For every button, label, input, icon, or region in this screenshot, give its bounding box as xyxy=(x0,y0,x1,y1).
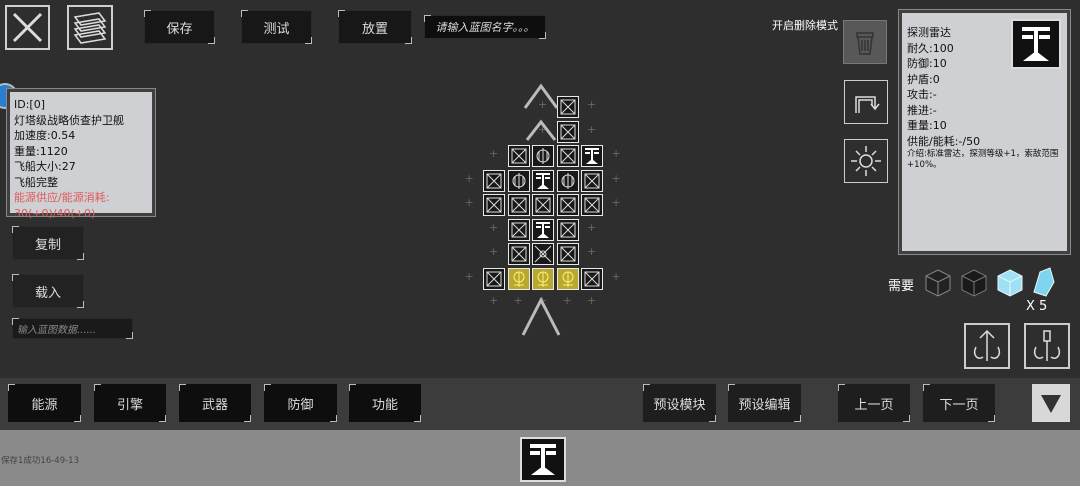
prev-page-button[interactable]: 上一页 xyxy=(838,384,910,422)
next-page-button[interactable]: 下一页 xyxy=(923,384,995,422)
layers-icon[interactable] xyxy=(67,5,113,50)
armor-block[interactable] xyxy=(483,169,505,192)
empty-slot[interactable] xyxy=(606,145,628,167)
energy-line: 30(+0)/40(+0) xyxy=(14,206,96,220)
empty-slot[interactable] xyxy=(483,145,505,167)
preset-edit-button[interactable]: 预设编辑 xyxy=(728,384,801,422)
empty-slot[interactable] xyxy=(581,243,603,265)
empty-slot[interactable] xyxy=(606,194,628,216)
recycle-icon[interactable] xyxy=(1024,323,1070,369)
empty-slot[interactable] xyxy=(459,170,481,192)
tab-energy[interactable]: 能源 xyxy=(8,384,81,422)
empty-slot[interactable] xyxy=(581,121,603,143)
armor-block[interactable] xyxy=(581,169,603,192)
undo-icon[interactable] xyxy=(844,80,888,124)
trash-icon[interactable] xyxy=(843,20,887,64)
module-weight: 重量:10 xyxy=(907,119,947,132)
empty-slot[interactable] xyxy=(606,268,628,290)
ice-cube-icon xyxy=(997,269,1023,297)
empty-slot[interactable] xyxy=(459,268,481,290)
copy-button[interactable]: 复制 xyxy=(12,226,84,260)
module-supply: 供能/能耗:-/50 xyxy=(907,134,981,148)
target-icon[interactable] xyxy=(844,139,888,183)
delete-mode-label: 开启删除模式 xyxy=(772,19,838,32)
radar-module[interactable] xyxy=(581,145,603,167)
requirement-count: X 5 xyxy=(1026,299,1048,314)
empty-slot[interactable] xyxy=(459,194,481,216)
ship-info-line: 重量:1120 xyxy=(14,144,68,158)
ship-info-line: 加速度:0.54 xyxy=(14,129,76,142)
ship-info-line: 飞船大小:27 xyxy=(14,160,76,173)
tab-weapon[interactable]: 武器 xyxy=(179,384,251,422)
dark-cube-icon xyxy=(925,269,951,297)
preset-module-button[interactable]: 预设模块 xyxy=(643,384,716,422)
armor-block[interactable] xyxy=(483,194,505,216)
blueprint-data-input[interactable]: 输入蓝图数据...... xyxy=(12,318,133,339)
module-shield: 护盾:0 xyxy=(907,72,940,86)
dropdown-arrow-icon[interactable] xyxy=(1032,384,1070,422)
blueprint-name-input[interactable]: 请输入蓝图名字。。。 xyxy=(424,15,546,39)
requirements-label: 需要 xyxy=(888,279,915,294)
blueprint-name-placeholder: 请输入蓝图名字。。。 xyxy=(435,21,535,34)
thrust-chevrons xyxy=(521,83,561,336)
save-status: 保存1成功16-49-13 xyxy=(1,456,79,466)
tab-defense[interactable]: 防御 xyxy=(264,384,337,422)
crystal-icon xyxy=(1033,267,1055,297)
radar-module-slot[interactable] xyxy=(520,437,566,482)
module-attack: 攻击:- xyxy=(907,88,937,101)
resource-icons xyxy=(925,267,1055,297)
radar-module-icon xyxy=(1011,19,1061,69)
upgrade-icon[interactable] xyxy=(964,323,1010,369)
empty-slot[interactable] xyxy=(581,219,603,241)
armor-block[interactable] xyxy=(581,194,603,216)
empty-slot[interactable] xyxy=(483,243,505,265)
empty-slot[interactable] xyxy=(581,96,603,118)
ship-info-line: ID:[0] xyxy=(14,98,46,111)
tab-function[interactable]: 功能 xyxy=(349,384,421,422)
empty-slot[interactable] xyxy=(581,292,603,314)
energy-line: 能源供应/能源消耗: xyxy=(14,191,110,204)
dark-cube-icon xyxy=(961,269,987,297)
ship-info-line: 灯塔级战略侦查护卫舰 xyxy=(14,113,124,127)
test-button[interactable]: 测试 xyxy=(241,10,312,44)
module-description: 介绍:标准雷达，探测等级+1，索敌范围+10%。 xyxy=(907,149,1059,170)
empty-slot[interactable] xyxy=(483,219,505,241)
empty-slot[interactable] xyxy=(483,292,505,314)
save-button[interactable]: 保存 xyxy=(144,10,215,44)
load-button[interactable]: 载入 xyxy=(12,274,84,308)
tab-engine[interactable]: 引擎 xyxy=(94,384,166,422)
armor-block[interactable] xyxy=(581,267,603,290)
armor-block[interactable] xyxy=(483,267,505,290)
module-info-panel: 探测雷达 耐久:100 防御:10 护盾:0 攻击:- 推进:- 重量:10 供… xyxy=(898,9,1071,255)
ship-info-line: 飞船完整 xyxy=(14,175,58,189)
place-button[interactable]: 放置 xyxy=(338,10,412,44)
close-icon[interactable] xyxy=(5,5,50,50)
ship-info-panel: ID:[0] 灯塔级战略侦查护卫舰 加速度:0.54 重量:1120 飞船大小:27 飞船… xyxy=(6,88,156,220)
empty-slot[interactable] xyxy=(606,170,628,192)
module-thrust: 推进:- xyxy=(907,103,937,117)
blueprint-data-placeholder: 输入蓝图数据...... xyxy=(17,325,97,336)
